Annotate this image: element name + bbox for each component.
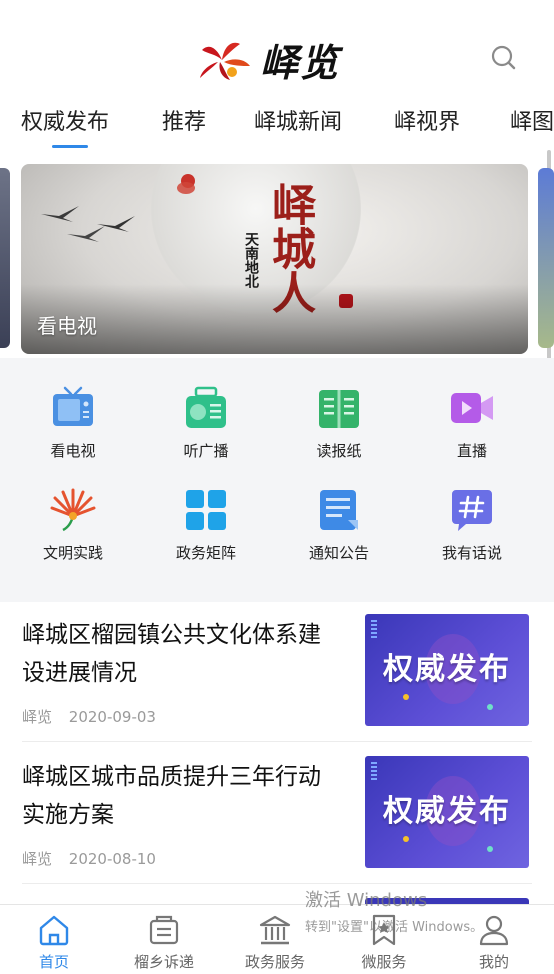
banner-carousel[interactable]: 峄城人 天南地北 看电视 (0, 160, 554, 358)
tab-yicheng-news[interactable]: 峄城新闻 (254, 104, 342, 136)
news-thumbnail[interactable]: 权威发布 (365, 756, 529, 868)
tab-yi-view[interactable]: 峄视界 (394, 104, 460, 136)
banner-title: 看电视 (37, 314, 97, 338)
grid-item-speak[interactable]: 我有话说 (417, 486, 527, 563)
crane-art (97, 216, 135, 232)
grid-label: 文明实践 (42, 544, 103, 562)
crane-art (41, 206, 79, 222)
banner-shade (21, 284, 528, 354)
civilization-icon (50, 488, 96, 532)
section-divider (0, 590, 554, 602)
tab-authority-release[interactable]: 权威发布 (21, 104, 109, 136)
grid-label: 听广播 (183, 442, 229, 460)
grid-item-radio[interactable]: 听广播 (151, 384, 261, 461)
pomegranate-flower-icon (200, 42, 250, 80)
user-icon (479, 915, 509, 946)
thumb-decoration (487, 704, 493, 710)
grid-item-civilization[interactable]: 文明实践 (18, 486, 128, 563)
hashtag-icon (452, 490, 492, 531)
thumb-decoration (487, 846, 493, 852)
grid-item-live[interactable]: 直播 (417, 384, 527, 461)
nav-micro-service[interactable]: 微服务 (334, 913, 434, 972)
tab-recommend[interactable]: 推荐 (162, 104, 206, 136)
active-tab-indicator (52, 145, 88, 148)
service-grid: 看电视 听广播 读报纸 直播 文明实践 政务矩阵 通知公告 我有话说 (0, 358, 554, 590)
app-header: 峄览 (0, 0, 554, 100)
grid-label: 读报纸 (316, 442, 362, 460)
news-item[interactable]: 峄城区城市品质提升三年行动实施方案 峄览 2020-08-10 权威发布 (0, 744, 554, 884)
grid-item-gov-matrix[interactable]: 政务矩阵 (151, 486, 261, 563)
news-item[interactable]: 峄城区榴园镇公共文化体系建设进展情况 峄览 2020-09-03 权威发布 (0, 602, 554, 742)
calligraphy-side-text: 天南地北 (243, 232, 259, 288)
nav-mine[interactable]: 我的 (444, 913, 544, 972)
inbox-icon (149, 915, 179, 945)
thumb-title: 权威发布 (383, 652, 511, 687)
thumb-decoration (403, 836, 409, 842)
news-source: 峄览 (22, 708, 53, 726)
news-divider (22, 883, 532, 884)
radio-icon (186, 386, 226, 428)
nav-gov-service[interactable]: 政务服务 (225, 913, 325, 972)
nav-petition[interactable]: 榴乡诉递 (114, 913, 214, 972)
carousel-prev-card[interactable] (0, 168, 10, 348)
news-title[interactable]: 峄城区榴园镇公共文化体系建设进展情况 (22, 616, 342, 692)
news-meta: 峄览 2020-09-03 (22, 706, 168, 727)
notice-icon (320, 490, 358, 530)
grid-label: 政务矩阵 (175, 544, 236, 562)
banner-slide[interactable]: 峄城人 天南地北 看电视 (21, 164, 528, 354)
thumb-decoration (371, 620, 377, 638)
search-icon[interactable] (490, 44, 518, 72)
newspaper-icon (319, 390, 359, 428)
grid-label: 看电视 (50, 442, 96, 460)
category-tabs: 权威发布 推荐 峄城新闻 峄视界 峄图 (0, 100, 554, 150)
news-source: 峄览 (22, 850, 53, 868)
matrix-icon (186, 490, 226, 530)
video-icon (451, 393, 493, 423)
news-meta: 峄览 2020-08-10 (22, 848, 168, 869)
home-icon (39, 915, 69, 946)
nav-home[interactable]: 首页 (4, 913, 104, 972)
tv-icon (53, 386, 93, 426)
grid-item-notice[interactable]: 通知公告 (284, 486, 394, 563)
nav-label: 首页 (38, 953, 69, 971)
news-thumbnail[interactable]: 权威发布 (365, 614, 529, 726)
grid-label: 我有话说 (441, 544, 502, 562)
news-date: 2020-09-03 (68, 708, 156, 726)
news-divider (22, 741, 532, 742)
carousel-next-card[interactable] (538, 168, 554, 348)
thumb-title: 权威发布 (383, 794, 511, 829)
grid-item-tv[interactable]: 看电视 (18, 384, 128, 461)
thumb-decoration (403, 694, 409, 700)
tab-yi-picture[interactable]: 峄图 (510, 104, 554, 136)
bookmark-star-icon (372, 914, 396, 946)
grid-label: 通知公告 (308, 544, 369, 562)
grid-label: 直播 (456, 442, 487, 460)
app-logo: 峄览 (196, 34, 341, 85)
thumb-decoration (371, 762, 377, 780)
news-title[interactable]: 峄城区城市品质提升三年行动实施方案 (22, 758, 342, 834)
bottom-nav: 首页 榴乡诉递 政务服务 微服务 我的 (0, 904, 554, 974)
nav-label: 我的 (478, 953, 509, 971)
nav-label: 榴乡诉递 (133, 953, 194, 971)
nav-label: 政务服务 (244, 953, 305, 971)
red-dot-decoration (177, 182, 195, 194)
app-title: 峄览 (260, 39, 341, 85)
nav-label: 微服务 (361, 953, 407, 971)
government-icon (259, 915, 291, 945)
news-date: 2020-08-10 (68, 850, 156, 868)
grid-item-newspaper[interactable]: 读报纸 (284, 384, 394, 461)
